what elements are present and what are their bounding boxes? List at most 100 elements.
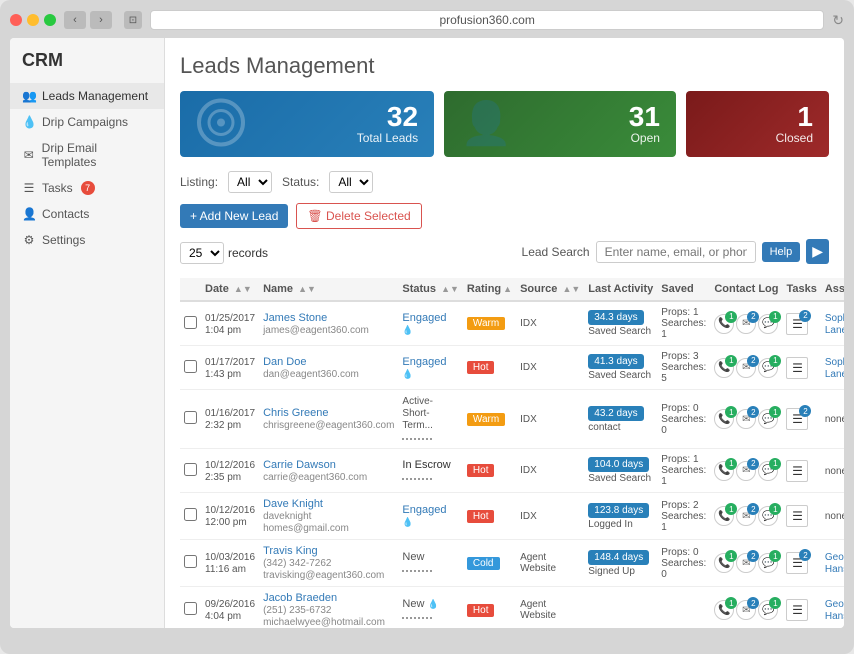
maximize-button[interactable]: [44, 14, 56, 26]
email-contact-icon[interactable]: ✉2: [736, 553, 756, 573]
status-text: In Escrow: [402, 459, 450, 483]
tasks-cell[interactable]: ☰2: [786, 408, 808, 430]
row-checkbox[interactable]: [184, 555, 197, 568]
name-cell: Dave Knight daveknight homes@gmail.com: [259, 493, 398, 540]
lead-name-link[interactable]: Carrie Dawson: [263, 459, 394, 471]
email-contact-icon[interactable]: ✉2: [736, 409, 756, 429]
phone-icon[interactable]: 📞1: [714, 461, 734, 481]
per-page-select[interactable]: 25: [180, 242, 224, 264]
row-checkbox[interactable]: [184, 411, 197, 424]
sidebar-item-tasks[interactable]: ☰ Tasks 7: [10, 175, 164, 201]
rating-cell: Warm: [463, 390, 516, 449]
lead-name-link[interactable]: Travis King: [263, 545, 394, 557]
contact-log: 📞1 ✉2 💬1: [714, 314, 778, 334]
action-row: + Add New Lead 🗑 Delete Selected: [180, 203, 829, 229]
sidebar-item-settings[interactable]: ⚙ Settings: [10, 227, 164, 253]
tasks-cell[interactable]: ☰: [786, 599, 808, 621]
col-date: Date ▲▼: [201, 278, 259, 301]
tasks-cell[interactable]: ☰: [786, 357, 808, 379]
row-checkbox[interactable]: [184, 360, 197, 373]
lead-time: 4:04 pm: [205, 611, 241, 622]
delete-selected-button[interactable]: 🗑 Delete Selected: [296, 203, 421, 229]
row-checkbox[interactable]: [184, 602, 197, 615]
chat-icon[interactable]: 💬1: [758, 409, 778, 429]
phone-icon[interactable]: 📞1: [714, 409, 734, 429]
email-contact-icon[interactable]: ✉2: [736, 358, 756, 378]
col-rating: Rating▲: [463, 278, 516, 301]
chat-icon[interactable]: 💬1: [758, 358, 778, 378]
table-row: 10/12/2016 12:00 pm Dave Knight daveknig…: [180, 493, 844, 540]
date-cell: 01/17/2017 1:43 pm: [201, 346, 259, 390]
phone-icon[interactable]: 📞1: [714, 553, 734, 573]
sidebar-item-contacts[interactable]: 👤 Contacts: [10, 201, 164, 227]
email-contact-icon[interactable]: ✉2: [736, 506, 756, 526]
chat-icon[interactable]: 💬1: [758, 314, 778, 334]
assigned-name: none: [825, 414, 844, 425]
lead-name-link[interactable]: Jacob Braeden: [263, 592, 394, 604]
saved-cell: Props: 1Searches: 1: [657, 301, 710, 346]
row-checkbox[interactable]: [184, 463, 197, 476]
row-checkbox[interactable]: [184, 508, 197, 521]
status-text: New 💧: [402, 598, 438, 622]
phone-icon[interactable]: 📞1: [714, 358, 734, 378]
chat-icon[interactable]: 💬1: [758, 506, 778, 526]
col-assigned: Assigned: [821, 278, 844, 301]
chat-icon[interactable]: 💬1: [758, 553, 778, 573]
lead-name-link[interactable]: Dan Doe: [263, 356, 394, 368]
task-count: 2: [799, 549, 811, 561]
forward-button[interactable]: ›: [90, 11, 112, 29]
phone-icon[interactable]: 📞1: [714, 506, 734, 526]
col-status: Status ▲▼: [398, 278, 463, 301]
refresh-button[interactable]: ↻: [832, 12, 844, 29]
email-contact-icon[interactable]: ✉2: [736, 314, 756, 334]
lead-name-link[interactable]: Chris Greene: [263, 407, 394, 419]
name-cell: Carrie Dawson carrie@eagent360.com: [259, 449, 398, 493]
saved-text: Props: 0: [661, 547, 706, 558]
col-source: Source ▲▼: [516, 278, 584, 301]
row-checkbox[interactable]: [184, 316, 197, 329]
sidebar-item-email[interactable]: ✉ Drip Email Templates: [10, 135, 164, 175]
tasks-cell[interactable]: ☰2: [786, 313, 808, 335]
lead-name-link[interactable]: Dave Knight: [263, 498, 394, 510]
search-input[interactable]: [596, 241, 756, 263]
chat-count: 1: [769, 406, 781, 418]
page-title: Leads Management: [180, 53, 829, 79]
sidebar-toggle-button[interactable]: ⊡: [124, 11, 142, 29]
close-button[interactable]: [10, 14, 22, 26]
sidebar-item-drip[interactable]: 💧 Drip Campaigns: [10, 109, 164, 135]
minimize-button[interactable]: [27, 14, 39, 26]
contact-cell: 📞1 ✉2 💬1: [710, 301, 782, 346]
open-label: Open: [631, 131, 660, 145]
contact-log: 📞1 ✉2 💬1: [714, 553, 778, 573]
rating-badge: Hot: [467, 361, 495, 374]
status-select[interactable]: All: [329, 171, 373, 193]
chat-icon[interactable]: 💬1: [758, 600, 778, 620]
tasks-cell[interactable]: ☰: [786, 505, 808, 527]
lead-email: daveknight homes@gmail.com: [263, 511, 349, 534]
contact-log: 📞1 ✉2 💬1: [714, 358, 778, 378]
email-contact-icon[interactable]: ✉2: [736, 461, 756, 481]
video-button[interactable]: ▶: [806, 239, 829, 264]
chat-icon[interactable]: 💬1: [758, 461, 778, 481]
phone-icon[interactable]: 📞1: [714, 314, 734, 334]
email-contact-icon[interactable]: ✉2: [736, 600, 756, 620]
tasks-cell[interactable]: ☰: [786, 460, 808, 482]
stat-open: 👤 31 Open: [444, 91, 676, 157]
back-button[interactable]: ‹: [64, 11, 86, 29]
chat-count: 1: [769, 597, 781, 609]
contact-cell: 📞1 ✉2 💬1: [710, 587, 782, 629]
col-checkbox: [180, 278, 201, 301]
row-checkbox-cell: [180, 587, 201, 629]
tasks-cell[interactable]: ☰2: [786, 552, 808, 574]
phone-icon[interactable]: 📞1: [714, 600, 734, 620]
sidebar-item-leads[interactable]: 👥 Leads Management: [10, 83, 164, 109]
address-bar[interactable]: profusion360.com: [150, 10, 824, 30]
add-lead-button[interactable]: + Add New Lead: [180, 204, 288, 228]
assigned-name: Hansen: [825, 611, 844, 622]
leads-table: Date ▲▼ Name ▲▼ Status ▲▼ Rating▲ Source…: [180, 278, 844, 628]
lead-name-link[interactable]: James Stone: [263, 312, 394, 324]
help-button[interactable]: Help: [762, 242, 801, 262]
contact-log: 📞1 ✉2 💬1: [714, 600, 778, 620]
saved-text: Searches: 0: [661, 414, 706, 436]
listing-select[interactable]: All: [228, 171, 272, 193]
